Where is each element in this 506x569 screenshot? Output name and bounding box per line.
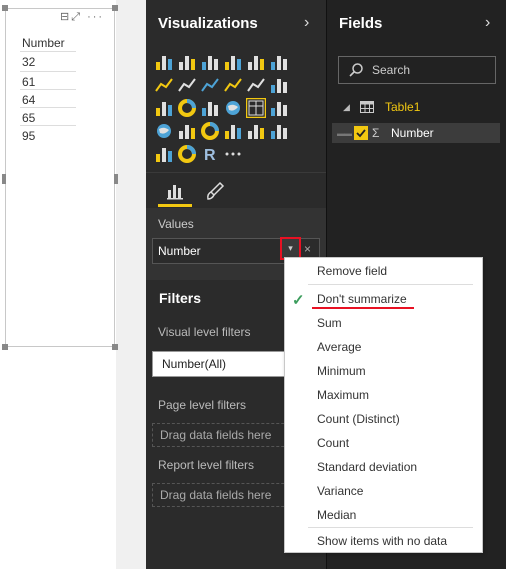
resize-handle[interactable] (2, 174, 6, 184)
resize-handle[interactable] (112, 5, 118, 11)
more-visuals-icon[interactable] (223, 144, 243, 164)
menu-item-sum[interactable]: Sum (317, 316, 342, 330)
menu-item-median[interactable]: Median (317, 508, 356, 522)
matrix-icon[interactable] (269, 98, 289, 118)
filter-card-label: Number(All) (162, 357, 227, 371)
line-chart-icon[interactable] (154, 75, 174, 95)
kpi-icon[interactable] (269, 121, 289, 141)
table-visual-icon[interactable] (246, 98, 266, 118)
visualizations-title: Visualizations (158, 15, 258, 32)
resize-handle[interactable] (112, 344, 118, 350)
svg-text:R: R (204, 147, 216, 164)
funnel-icon[interactable] (177, 121, 197, 141)
format-paintbrush-icon[interactable] (204, 180, 226, 202)
area-chart-icon[interactable] (177, 75, 197, 95)
table-column-header[interactable]: Number (22, 36, 65, 50)
report-level-filters-label: Report level filters (158, 458, 255, 472)
donut-chart-icon[interactable] (177, 144, 197, 164)
stacked-bar-icon[interactable] (154, 52, 174, 72)
menu-item-count[interactable]: Count (317, 436, 349, 450)
stacked-area-icon[interactable] (200, 75, 220, 95)
menu-item-variance[interactable]: Variance (317, 484, 363, 498)
resize-handle[interactable] (2, 5, 8, 11)
menu-divider (308, 284, 473, 285)
menu-item-dont-summarize[interactable]: Don't summarize (317, 292, 407, 306)
table-row: 32 (20, 51, 76, 72)
percent-column-icon[interactable] (269, 52, 289, 72)
drop-zone-hint: Drag data fields here (160, 488, 272, 502)
multi-row-card-icon[interactable] (223, 121, 243, 141)
gauge-icon[interactable] (200, 121, 220, 141)
treemap-icon[interactable] (200, 98, 220, 118)
scatter-chart-icon[interactable] (154, 98, 174, 118)
search-icon (348, 62, 364, 81)
field-checkbox[interactable] (354, 126, 368, 140)
fields-tab-icon[interactable] (164, 180, 186, 202)
checkmark-icon: ✓ (292, 292, 305, 309)
field-name: Number (391, 126, 434, 140)
map-icon[interactable] (223, 98, 243, 118)
filters-title: Filters (159, 290, 202, 306)
visual-toolbar[interactable]: ⊟⤢ ··· (60, 10, 104, 24)
menu-item-minimum[interactable]: Minimum (317, 364, 366, 378)
close-icon[interactable]: × (304, 242, 311, 256)
collapse-visualizations-icon[interactable]: › (304, 14, 309, 32)
card-icon[interactable] (246, 121, 266, 141)
menu-item-remove-field[interactable]: Remove field (317, 264, 387, 278)
canvas-gutter (116, 0, 146, 569)
stacked-column-icon[interactable] (177, 52, 197, 72)
collapse-fields-icon[interactable]: › (485, 14, 490, 32)
percent-bar-icon[interactable] (246, 52, 266, 72)
menu-item-average[interactable]: Average (317, 340, 361, 354)
line-clustered-column-icon[interactable] (246, 75, 266, 95)
line-column-icon[interactable] (223, 75, 243, 95)
divider (146, 172, 326, 173)
table-name[interactable]: Table1 (385, 100, 420, 114)
menu-item-maximum[interactable]: Maximum (317, 388, 369, 402)
page-level-filters-label: Page level filters (158, 398, 247, 412)
menu-item-count-distinct[interactable]: Count (Distinct) (317, 412, 400, 426)
slicer-icon[interactable] (154, 144, 174, 164)
values-label: Values (158, 217, 194, 231)
search-placeholder: Search (372, 63, 411, 77)
filled-map-icon[interactable] (154, 121, 174, 141)
active-tab-indicator (158, 204, 192, 207)
visual-level-filters-label: Visual level filters (158, 325, 251, 339)
pie-chart-icon[interactable] (177, 98, 197, 118)
table-icon (360, 101, 374, 116)
value-field-label: Number (158, 244, 201, 258)
resize-handle[interactable] (2, 344, 8, 350)
clustered-column-icon[interactable] (223, 52, 243, 72)
menu-item-standard-deviation[interactable]: Standard deviation (317, 460, 417, 474)
menu-item-show-items-no-data[interactable]: Show items with no data (317, 534, 447, 548)
expand-table-icon[interactable]: ◢ (343, 102, 350, 113)
drag-grip-icon[interactable]: ▬▬ (337, 129, 352, 138)
sigma-icon: Σ (372, 126, 380, 140)
menu-divider (308, 527, 473, 528)
clustered-bar-icon[interactable] (200, 52, 220, 72)
fields-title: Fields (339, 15, 383, 32)
table-row: 95 (20, 125, 76, 146)
ribbon-chart-icon[interactable] (269, 75, 289, 95)
resize-handle[interactable] (114, 174, 118, 184)
drop-zone-hint: Drag data fields here (160, 428, 272, 442)
r-script-icon[interactable]: R (200, 144, 220, 164)
selection-underline (312, 307, 414, 309)
